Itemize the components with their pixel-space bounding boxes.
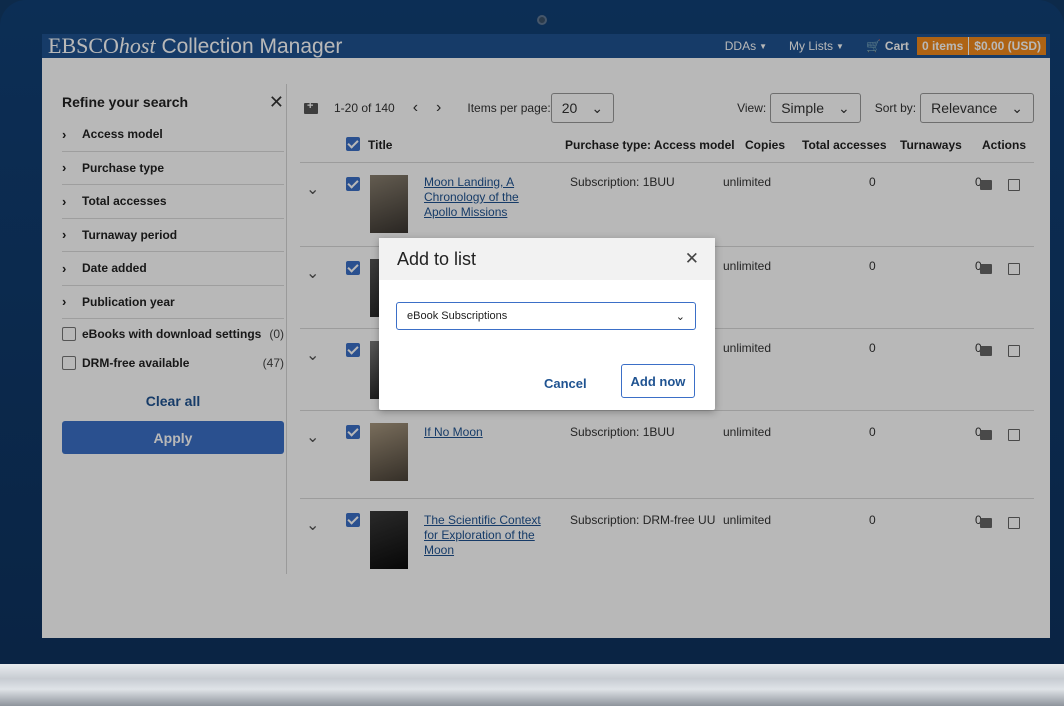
dialog-title: Add to list	[397, 248, 477, 269]
list-select-value: eBook Subscriptions	[407, 310, 508, 322]
app-screen: EBSCOhost Collection Manager DDAs ▼ My Li…	[42, 34, 1050, 638]
list-select[interactable]: eBook Subscriptions ⌄	[396, 302, 696, 330]
chevron-down-icon: ⌄	[675, 310, 685, 323]
laptop-base	[0, 664, 1064, 706]
add-to-list-dialog: Add to list ✕ eBook Subscriptions ⌄ Canc…	[379, 238, 715, 410]
dialog-header: Add to list ✕	[379, 238, 715, 280]
cancel-button[interactable]: Cancel	[544, 376, 587, 391]
add-now-button[interactable]: Add now	[621, 364, 695, 398]
close-icon[interactable]: ✕	[685, 249, 699, 269]
webcam-icon	[537, 15, 547, 25]
